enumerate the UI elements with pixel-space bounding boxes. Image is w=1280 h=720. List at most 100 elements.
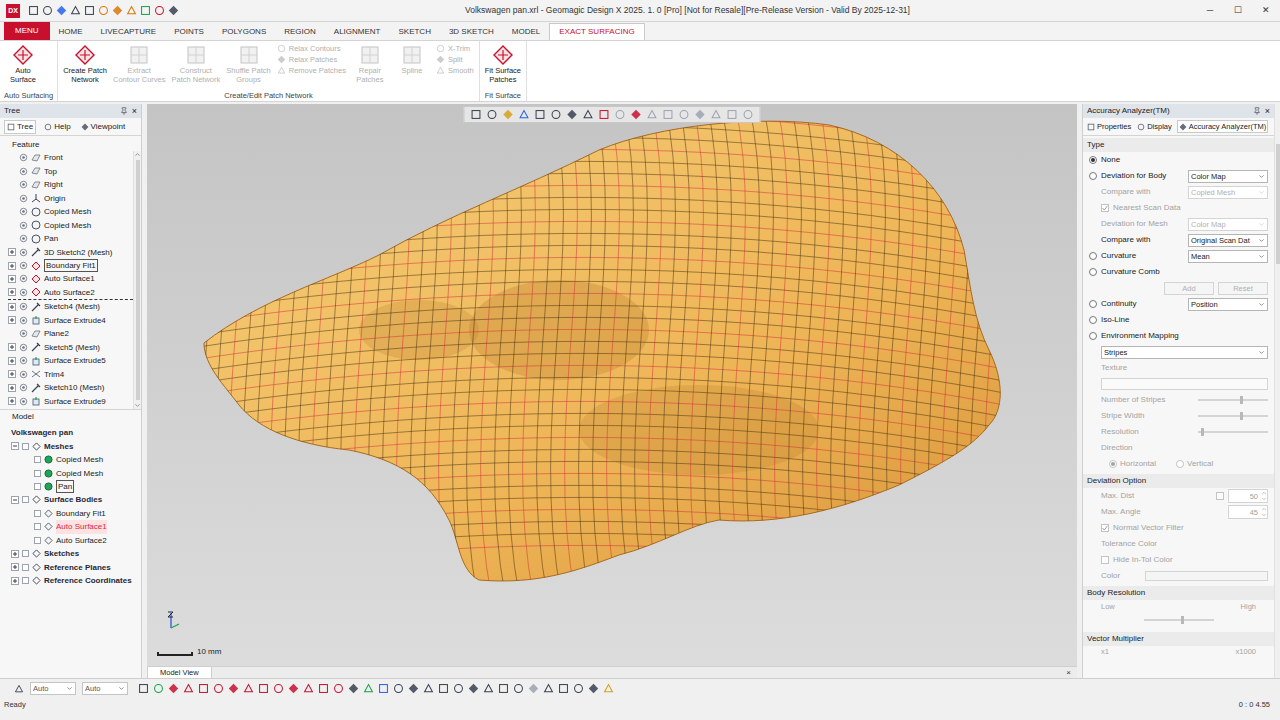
panel-button[interactable]: Reset — [1218, 282, 1268, 295]
visibility-icon[interactable] — [19, 194, 28, 203]
visibility-checkbox[interactable] — [22, 443, 29, 450]
tool-icon[interactable] — [12, 44, 34, 66]
radio-button[interactable] — [1089, 268, 1097, 276]
ribbon-tab[interactable]: EXACT SURFACING — [549, 23, 644, 40]
radio-button[interactable] — [1089, 172, 1097, 180]
quick-access-icon[interactable] — [154, 5, 165, 16]
quick-access-icon[interactable] — [42, 5, 53, 16]
dropdown[interactable]: Position — [1188, 298, 1268, 311]
view-tool-icon[interactable] — [535, 109, 546, 120]
selection-tool-icon[interactable] — [408, 683, 419, 694]
checkbox[interactable] — [1216, 492, 1224, 500]
visibility-checkbox[interactable] — [34, 537, 41, 544]
view-tab[interactable]: Model View — [147, 667, 212, 678]
selection-tool-icon[interactable] — [243, 683, 254, 694]
panel-tab[interactable]: Tree — [4, 120, 36, 134]
color-swatch[interactable] — [1145, 571, 1268, 581]
window-control-button[interactable]: ✕ — [1252, 4, 1280, 18]
quick-access-icon[interactable] — [84, 5, 95, 16]
visibility-icon[interactable] — [19, 302, 28, 311]
selection-tool-icon[interactable] — [153, 683, 164, 694]
ribbon-button[interactable]: ConstructPatch Network — [170, 44, 223, 84]
visibility-icon[interactable] — [19, 316, 28, 325]
view-tool-icon[interactable] — [711, 109, 722, 120]
visibility-checkbox[interactable] — [34, 456, 41, 463]
spin-box[interactable]: 50 — [1228, 489, 1268, 503]
quick-access-icon[interactable] — [56, 5, 67, 16]
tool-icon[interactable] — [74, 44, 96, 66]
ribbon-tab[interactable]: REGION — [275, 23, 325, 40]
view-tool-icon[interactable] — [647, 109, 658, 120]
view-tool-icon[interactable] — [615, 109, 626, 120]
view-tool-icon[interactable] — [503, 109, 514, 120]
tab-icon[interactable] — [1087, 123, 1095, 131]
model-tree-item[interactable]: Copied Mesh — [8, 453, 141, 467]
ribbon-button[interactable]: Create PatchNetwork — [61, 44, 109, 84]
ribbon-small-button[interactable]: Remove Patches — [277, 66, 346, 75]
spin-down-icon[interactable] — [1261, 512, 1267, 518]
panel-tab[interactable]: Accuracy Analyzer(TM) — [1177, 120, 1269, 133]
checkbox-row[interactable]: Hide In-Tol Color — [1083, 552, 1274, 568]
selection-tool-icon[interactable] — [318, 683, 329, 694]
checkbox-row[interactable]: Nearest Scan Data — [1083, 200, 1274, 216]
ribbon-tab[interactable]: LIVECAPTURE — [92, 23, 166, 40]
expand-icon[interactable] — [8, 262, 16, 270]
viewport[interactable]: 10 mm — [147, 104, 1077, 666]
visibility-icon[interactable] — [19, 288, 28, 297]
selection-tool-icon[interactable] — [168, 683, 179, 694]
dropdown[interactable]: Original Scan Dat — [1188, 234, 1268, 247]
tool-icon[interactable] — [277, 66, 286, 75]
radio-row[interactable]: None — [1083, 152, 1274, 168]
expander[interactable] — [8, 384, 16, 392]
expander[interactable] — [11, 442, 19, 450]
feature-item[interactable]: Sketch4 (Mesh) — [8, 300, 133, 314]
quick-access-icon[interactable] — [168, 5, 179, 16]
expand-icon[interactable] — [8, 275, 16, 283]
expander[interactable] — [11, 577, 19, 585]
window-control-button[interactable]: ─ — [1196, 4, 1224, 18]
feature-item[interactable]: Right — [8, 178, 133, 192]
selection-tool-icon[interactable] — [558, 683, 569, 694]
model-tree-item[interactable]: Reference Planes — [8, 561, 141, 575]
expand-icon[interactable] — [8, 303, 16, 311]
radio-row[interactable]: Environment Mapping — [1083, 328, 1274, 344]
ribbon-small-button[interactable]: X-Trim — [436, 44, 474, 53]
visibility-checkbox[interactable] — [34, 523, 41, 530]
selection-tool-icon[interactable] — [363, 683, 374, 694]
view-tool-icon[interactable] — [583, 109, 594, 120]
visibility-checkbox[interactable] — [22, 550, 29, 557]
expand-icon[interactable] — [8, 357, 16, 365]
quick-access-icon[interactable] — [98, 5, 109, 16]
view-tool-icon[interactable] — [567, 109, 578, 120]
expander[interactable] — [8, 357, 16, 365]
selection-tool-icon[interactable] — [213, 683, 224, 694]
dropdown[interactable]: Copied Mesh — [1188, 186, 1268, 199]
radio-button[interactable] — [1109, 460, 1117, 468]
text-field[interactable] — [1101, 378, 1268, 390]
visibility-icon[interactable] — [19, 343, 28, 352]
expander[interactable] — [8, 262, 16, 270]
mode-selector[interactable]: Auto — [30, 682, 76, 695]
panel-button[interactable]: Add — [1164, 282, 1214, 295]
spin-up-icon[interactable] — [1261, 490, 1267, 496]
dropdown[interactable]: Color Map — [1188, 170, 1268, 183]
selection-tool-icon[interactable] — [498, 683, 509, 694]
tool-icon[interactable] — [436, 66, 445, 75]
expand-icon[interactable] — [11, 563, 19, 571]
tab-icon[interactable] — [7, 123, 15, 131]
app-menu-button[interactable]: MENU — [4, 22, 50, 40]
feature-item[interactable]: Plane2 — [8, 327, 133, 341]
mode-selector[interactable]: Auto — [82, 682, 128, 695]
visibility-checkbox[interactable] — [22, 496, 29, 503]
visibility-icon[interactable] — [19, 221, 28, 230]
dropdown[interactable]: Color Map — [1188, 218, 1268, 231]
selection-tool-icon[interactable] — [183, 683, 194, 694]
panel-tab[interactable]: Properties — [1086, 121, 1132, 132]
expand-icon[interactable] — [8, 248, 16, 256]
expand-icon[interactable] — [8, 397, 16, 405]
expander[interactable] — [8, 370, 16, 378]
visibility-checkbox[interactable] — [22, 564, 29, 571]
model-tree-item[interactable]: Pan — [8, 480, 141, 493]
ribbon-small-button[interactable]: Split — [436, 55, 474, 64]
ribbon-button[interactable]: RepairPatches — [350, 44, 390, 84]
